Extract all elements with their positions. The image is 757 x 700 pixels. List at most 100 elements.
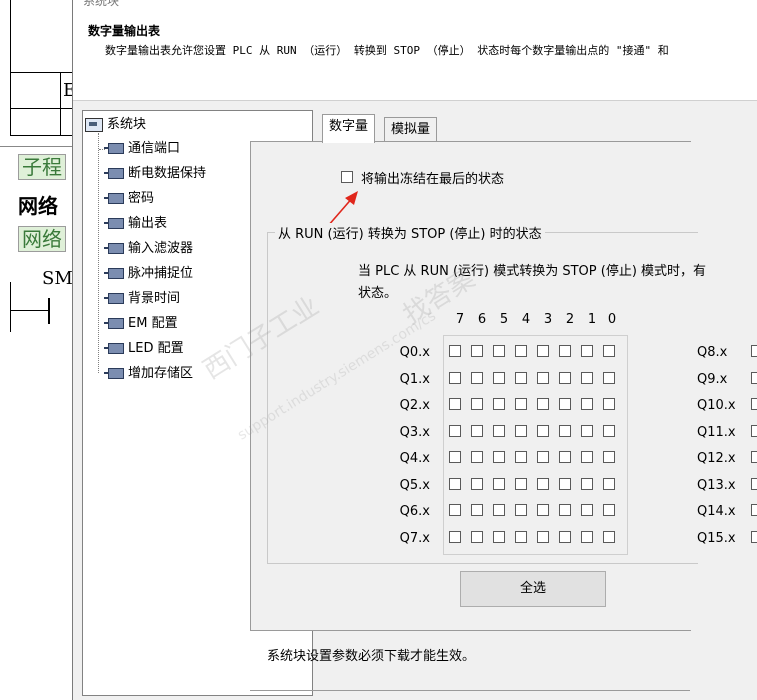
tree-item-input-filter[interactable]: 输入滤波器 [99, 239, 193, 259]
output-bit-checkbox[interactable] [581, 504, 593, 516]
output-bit-checkbox[interactable] [751, 504, 757, 516]
output-bit-checkbox[interactable] [537, 372, 549, 384]
output-bit-checkbox[interactable] [581, 425, 593, 437]
output-bit-checkbox[interactable] [581, 398, 593, 410]
output-bit-checkbox[interactable] [559, 425, 571, 437]
tree-item-led-config[interactable]: LED 配置 [99, 339, 184, 359]
output-bit-checkbox[interactable] [515, 372, 527, 384]
freeze-outputs-checkbox[interactable] [341, 171, 353, 183]
output-bit-checkbox[interactable] [515, 425, 527, 437]
output-bit-checkbox[interactable] [559, 504, 571, 516]
output-bit-checkbox[interactable] [471, 478, 483, 490]
output-bit-checkbox[interactable] [515, 504, 527, 516]
tree-item-comm-port[interactable]: 通信端口 [99, 139, 180, 159]
output-bit-checkbox[interactable] [471, 531, 483, 543]
network-comment-label[interactable]: 网络 [18, 226, 66, 252]
output-bit-checkbox[interactable] [559, 345, 571, 357]
output-bit-checkbox[interactable] [449, 372, 461, 384]
output-bit-checkbox[interactable] [515, 345, 527, 357]
output-bit-checkbox[interactable] [537, 451, 549, 463]
output-bit-checkbox[interactable] [493, 345, 505, 357]
tree-connector [99, 149, 105, 150]
output-bit-checkbox[interactable] [449, 478, 461, 490]
output-bit-checkbox[interactable] [471, 398, 483, 410]
output-bit-checkbox[interactable] [493, 398, 505, 410]
output-bit-checkbox[interactable] [603, 504, 615, 516]
tree-item-password[interactable]: 密码 [99, 189, 154, 209]
output-bit-checkbox[interactable] [471, 504, 483, 516]
tree-item-pulse-catch[interactable]: 脉冲捕捉位 [99, 264, 193, 284]
tree-item-em-config[interactable]: EM 配置 [99, 314, 178, 334]
output-bit-checkbox[interactable] [493, 425, 505, 437]
bit-header: 5 [499, 312, 509, 327]
output-bit-checkbox[interactable] [559, 451, 571, 463]
output-bit-checkbox[interactable] [559, 531, 571, 543]
output-bit-checkbox[interactable] [581, 345, 593, 357]
output-bit-checkbox[interactable] [581, 372, 593, 384]
output-bit-checkbox[interactable] [581, 531, 593, 543]
output-bit-checkbox[interactable] [449, 504, 461, 516]
row-label: Q3.x [399, 425, 430, 440]
output-bit-checkbox[interactable] [537, 398, 549, 410]
subroutine-label[interactable]: 子程 [18, 154, 66, 180]
output-bit-checkbox[interactable] [581, 451, 593, 463]
output-bit-checkbox[interactable] [449, 451, 461, 463]
output-bit-checkbox[interactable] [537, 345, 549, 357]
power-rail [10, 282, 11, 332]
output-bit-checkbox[interactable] [493, 372, 505, 384]
output-bit-checkbox[interactable] [559, 398, 571, 410]
row-label: Q10.x [697, 398, 736, 413]
output-bit-checkbox[interactable] [471, 372, 483, 384]
output-bit-checkbox[interactable] [515, 478, 527, 490]
output-bit-checkbox[interactable] [751, 398, 757, 410]
output-bit-checkbox[interactable] [449, 398, 461, 410]
output-bit-checkbox[interactable] [751, 372, 757, 384]
output-bit-checkbox[interactable] [751, 425, 757, 437]
output-bit-checkbox[interactable] [493, 504, 505, 516]
output-bit-checkbox[interactable] [471, 451, 483, 463]
output-bit-checkbox[interactable] [581, 478, 593, 490]
output-bit-checkbox[interactable] [603, 372, 615, 384]
row-label: Q15.x [697, 531, 736, 546]
tab-analog[interactable]: 模拟量 [384, 117, 438, 142]
bit-header: 3 [543, 312, 553, 327]
output-bit-matrix [443, 335, 628, 555]
output-bit-checkbox[interactable] [751, 451, 757, 463]
output-bit-checkbox[interactable] [493, 478, 505, 490]
tab-digital[interactable]: 数字量 [322, 114, 376, 143]
tree-item-background-time[interactable]: 背景时间 [99, 289, 180, 309]
output-bit-checkbox[interactable] [493, 531, 505, 543]
output-bit-checkbox[interactable] [603, 425, 615, 437]
group-description-line2: 状态。 [358, 286, 398, 301]
output-bit-checkbox[interactable] [537, 425, 549, 437]
tree-item-add-memory[interactable]: 增加存储区 [99, 364, 193, 384]
output-bit-checkbox[interactable] [751, 478, 757, 490]
output-bit-checkbox[interactable] [471, 345, 483, 357]
output-bit-checkbox[interactable] [537, 531, 549, 543]
output-bit-checkbox[interactable] [603, 398, 615, 410]
row-label: Q12.x [697, 451, 736, 466]
output-bit-checkbox[interactable] [751, 345, 757, 357]
output-bit-checkbox[interactable] [493, 451, 505, 463]
tree-root-system-block[interactable]: 系统块 [85, 115, 146, 135]
output-bit-checkbox[interactable] [515, 451, 527, 463]
output-bit-checkbox[interactable] [515, 398, 527, 410]
output-bit-checkbox[interactable] [449, 345, 461, 357]
tree-item-retentive[interactable]: 断电数据保持 [99, 164, 206, 184]
output-bit-checkbox[interactable] [559, 372, 571, 384]
output-bit-checkbox[interactable] [559, 478, 571, 490]
output-bit-checkbox[interactable] [603, 451, 615, 463]
output-bit-checkbox[interactable] [515, 531, 527, 543]
output-bit-checkbox[interactable] [537, 478, 549, 490]
output-bit-checkbox[interactable] [449, 425, 461, 437]
output-bit-checkbox[interactable] [603, 478, 615, 490]
output-bit-checkbox[interactable] [603, 345, 615, 357]
output-bit-checkbox[interactable] [449, 531, 461, 543]
tree-item-output-table[interactable]: 输出表 [99, 214, 167, 234]
output-bit-checkbox[interactable] [603, 531, 615, 543]
output-bit-checkbox[interactable] [537, 504, 549, 516]
output-bit-checkbox[interactable] [751, 531, 757, 543]
output-bit-checkbox[interactable] [471, 425, 483, 437]
select-all-button[interactable]: 全选 [460, 571, 606, 607]
bit-header: 0 [607, 312, 617, 327]
